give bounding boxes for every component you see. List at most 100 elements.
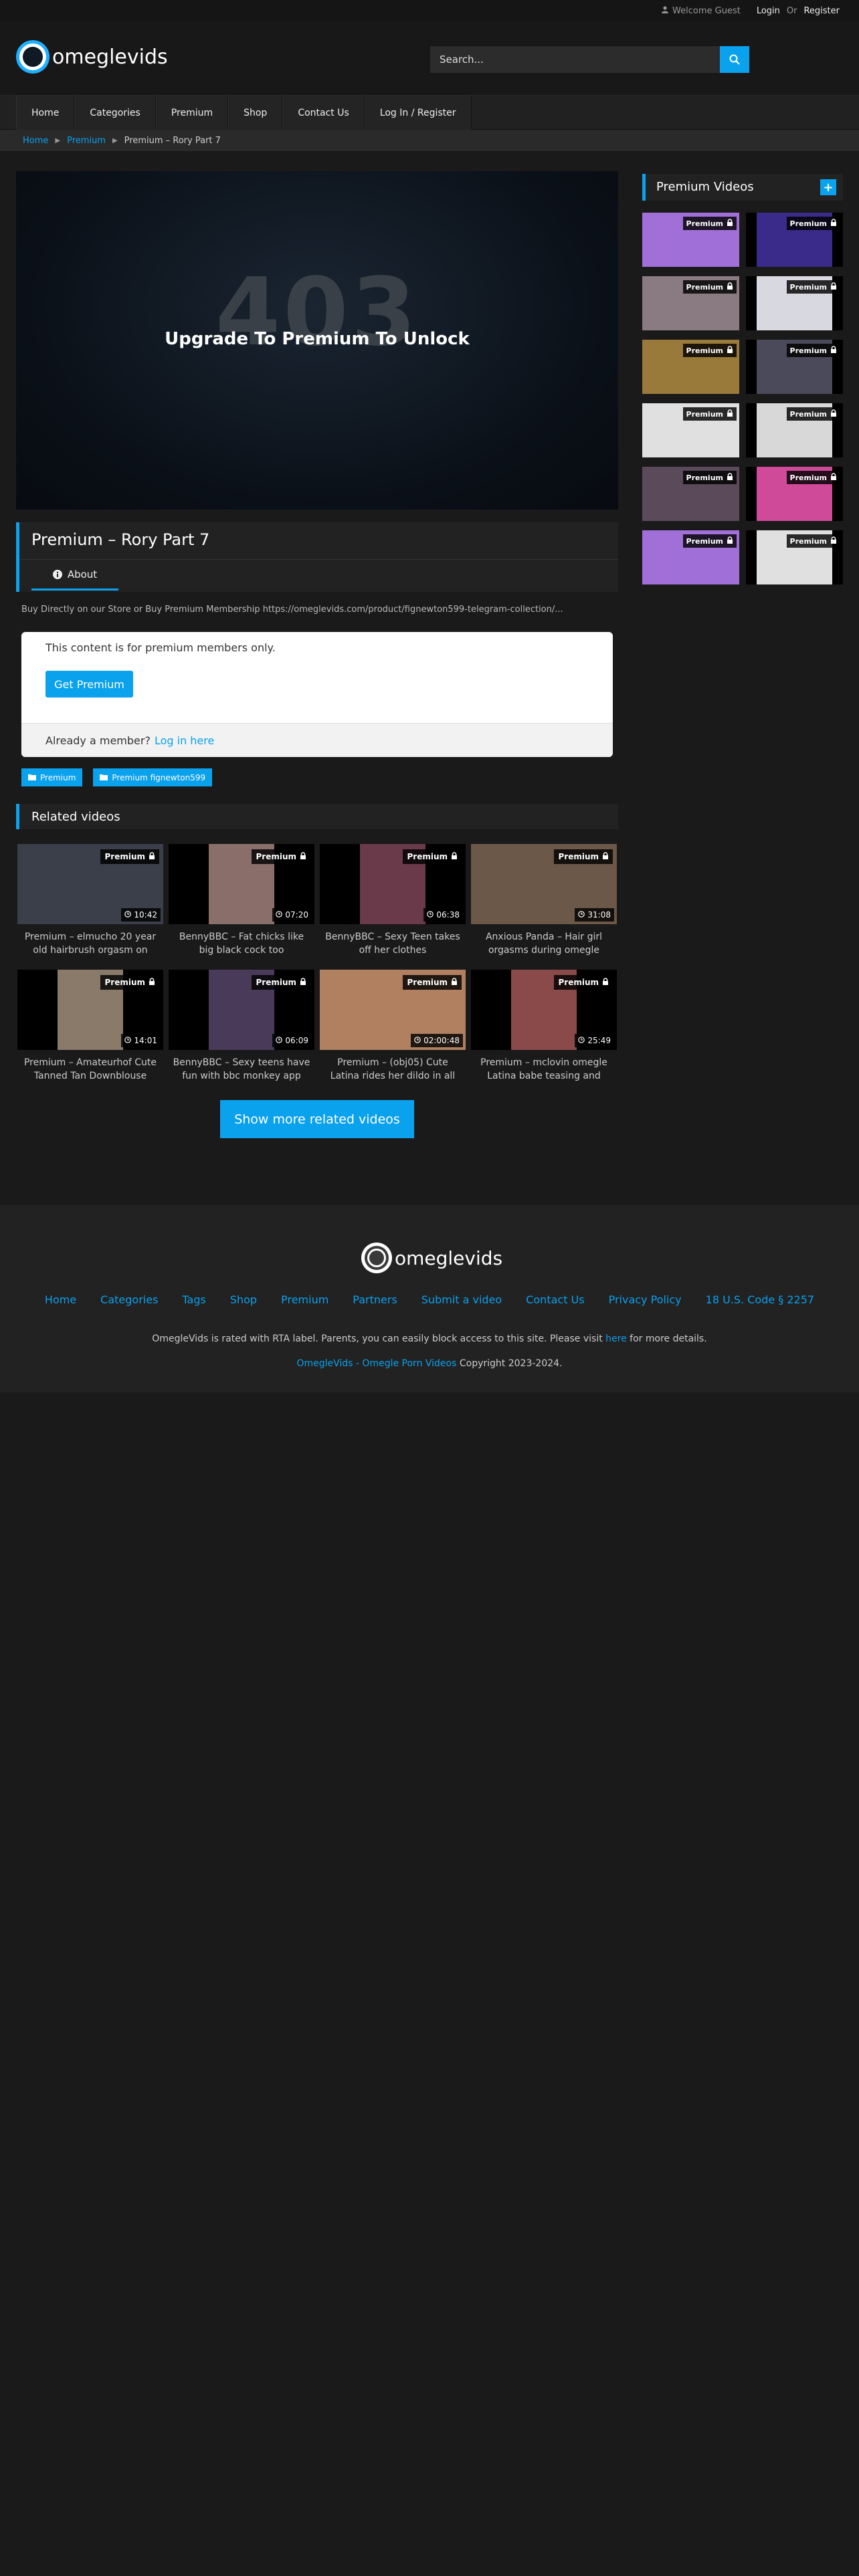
chevron-right-icon: ▶ [112, 136, 118, 144]
related-video-card[interactable]: Premium 07:20 BennyBBC – Fat chicks like b… [169, 844, 314, 970]
nav-premium[interactable]: Premium [155, 96, 229, 130]
sidebar-video-thumb[interactable]: Premium [746, 403, 843, 457]
tag-list: Premium Premium fignewton599 [21, 768, 213, 786]
video-thumbnail[interactable]: Premium 25:49 [471, 970, 617, 1050]
sidebar-video-thumb[interactable]: Premium [642, 530, 739, 584]
upgrade-message: Upgrade To Premium To Unlock [165, 329, 470, 349]
register-link[interactable]: Register [803, 6, 840, 16]
info-icon [52, 569, 62, 579]
clock-icon [578, 1036, 585, 1045]
logo-icon [361, 1243, 392, 1273]
premium-badge: Premium [786, 217, 840, 230]
footer-link-contact[interactable]: Contact Us [526, 1293, 584, 1306]
sidebar-video-thumb[interactable]: Premium [642, 213, 739, 267]
tag-premium-fignewton599[interactable]: Premium fignewton599 [93, 768, 213, 786]
breadcrumb-premium[interactable]: Premium [67, 136, 106, 146]
footer-link-premium[interactable]: Premium [281, 1293, 328, 1306]
video-card-title[interactable]: BennyBBC – Sexy Teen takes off her cloth… [320, 930, 466, 957]
duration-badge: 14:01 [121, 1034, 161, 1047]
related-video-card[interactable]: Premium 31:08 Anxious Panda – Hair girl or… [471, 844, 617, 970]
clock-icon [276, 1036, 283, 1045]
show-more-button[interactable]: Show more related videos [220, 1100, 414, 1138]
search-input[interactable]: Search... [430, 46, 720, 73]
video-thumbnail[interactable]: Premium 06:09 [169, 970, 314, 1050]
copyright-link[interactable]: OmegleVids - Omegle Porn Videos [296, 1358, 456, 1369]
folder-icon [100, 773, 108, 782]
video-card-title[interactable]: BennyBBC – Sexy teens have fun with bbc … [169, 1056, 314, 1083]
clock-icon [276, 910, 283, 920]
video-card-title[interactable]: Anxious Panda – Hair girl orgasms during… [471, 930, 617, 957]
video-thumbnail[interactable]: Premium 02:00:48 [320, 970, 466, 1050]
related-video-card[interactable]: Premium 14:01 Premium – Amateurhof Cute Ta… [17, 970, 163, 1095]
lock-icon [727, 346, 733, 355]
user-icon [662, 5, 669, 16]
video-thumbnail[interactable]: Premium 10:42 [17, 844, 163, 924]
welcome-text: Welcome Guest [662, 6, 741, 16]
nav-login-register[interactable]: Log In / Register [364, 96, 472, 130]
video-card-title[interactable]: Premium – (obj05) Cute Latina rides her … [320, 1056, 466, 1083]
video-card-title[interactable]: BennyBBC – Fat chicks like big black coc… [169, 930, 314, 957]
sidebar-video-thumb[interactable]: Premium [746, 276, 843, 330]
footer-links: Home Categories Tags Shop Premium Partne… [0, 1293, 859, 1306]
footer-logo[interactable]: omeglevids [361, 1243, 502, 1273]
related-heading: Related videos [16, 804, 618, 829]
footer-link-home[interactable]: Home [45, 1293, 76, 1306]
lock-icon [727, 409, 733, 419]
related-video-card[interactable]: Premium 02:00:48 Premium – (obj05) Cute La… [320, 970, 466, 1095]
lock-icon [149, 978, 155, 987]
nav-contact[interactable]: Contact Us [282, 96, 365, 130]
video-thumbnail[interactable]: Premium 07:20 [169, 844, 314, 924]
sidebar-heading: Premium Videos + [642, 174, 843, 201]
nav-shop[interactable]: Shop [228, 96, 283, 130]
footer-link-2257[interactable]: 18 U.S. Code § 2257 [706, 1293, 814, 1306]
nav-home[interactable]: Home [16, 96, 75, 130]
sidebar-video-thumb[interactable]: Premium [746, 340, 843, 394]
video-card-title[interactable]: Premium – Amateurhof Cute Tanned Tan Dow… [17, 1056, 163, 1083]
footer-link-privacy[interactable]: Privacy Policy [609, 1293, 682, 1306]
video-thumbnail[interactable]: Premium 31:08 [471, 844, 617, 924]
premium-badge: Premium [100, 849, 159, 864]
footer-link-tags[interactable]: Tags [182, 1293, 205, 1306]
search-button[interactable] [720, 46, 749, 73]
related-video-card[interactable]: Premium 06:09 BennyBBC – Sexy teens have f… [169, 970, 314, 1095]
footer-link-partners[interactable]: Partners [353, 1293, 397, 1306]
video-card-title[interactable]: Premium – mclovin omegle Latina babe tea… [471, 1056, 617, 1083]
related-video-card[interactable]: Premium 10:42 Premium – elmucho 20 year ol… [17, 844, 163, 970]
related-video-card[interactable]: Premium 25:49 Premium – mclovin omegle Lat… [471, 970, 617, 1095]
premium-badge: Premium [682, 407, 737, 421]
premium-badge: Premium [682, 471, 737, 484]
duration-badge: 06:38 [423, 908, 463, 922]
nav-categories[interactable]: Categories [74, 96, 156, 130]
sidebar-video-thumb[interactable]: Premium [642, 276, 739, 330]
sidebar-video-thumb[interactable]: Premium [642, 403, 739, 457]
footer-link-submit[interactable]: Submit a video [421, 1293, 502, 1306]
clock-icon [578, 910, 585, 920]
footer-link-shop[interactable]: Shop [230, 1293, 257, 1306]
rta-here-link[interactable]: here [605, 1333, 627, 1344]
sidebar-video-thumb[interactable]: Premium [746, 213, 843, 267]
video-card-title[interactable]: Premium – elmucho 20 year old hairbrush … [17, 930, 163, 957]
login-link[interactable]: Login [757, 6, 780, 16]
get-premium-button[interactable]: Get Premium [45, 671, 133, 697]
lock-icon [300, 852, 306, 861]
sidebar-video-thumb[interactable]: Premium [642, 340, 739, 394]
sidebar-video-thumb[interactable]: Premium [746, 467, 843, 521]
lock-icon [149, 852, 155, 861]
plus-icon[interactable]: + [820, 179, 836, 195]
tab-about[interactable]: About [31, 560, 118, 591]
breadcrumb-current: Premium – Rory Part 7 [124, 135, 221, 146]
breadcrumb-home[interactable]: Home [23, 136, 48, 146]
footer-link-categories[interactable]: Categories [100, 1293, 158, 1306]
login-here-link[interactable]: Log in here [155, 734, 214, 747]
related-video-card[interactable]: Premium 06:38 BennyBBC – Sexy Teen takes o… [320, 844, 466, 970]
sidebar-video-thumb[interactable]: Premium [746, 530, 843, 584]
site-logo[interactable]: omeglevids [16, 40, 168, 74]
video-thumbnail[interactable]: Premium 06:38 [320, 844, 466, 924]
video-description: Buy Directly on our Store or Buy Premium… [21, 605, 563, 615]
sidebar-video-thumb[interactable]: Premium [642, 467, 739, 521]
video-thumbnail[interactable]: Premium 14:01 [17, 970, 163, 1050]
premium-badge: Premium [554, 975, 613, 990]
copyright: OmegleVids - Omegle Porn Videos Copyrigh… [296, 1358, 563, 1369]
tag-premium[interactable]: Premium [21, 768, 83, 786]
video-player[interactable]: 403 Upgrade To Premium To Unlock [16, 171, 618, 510]
